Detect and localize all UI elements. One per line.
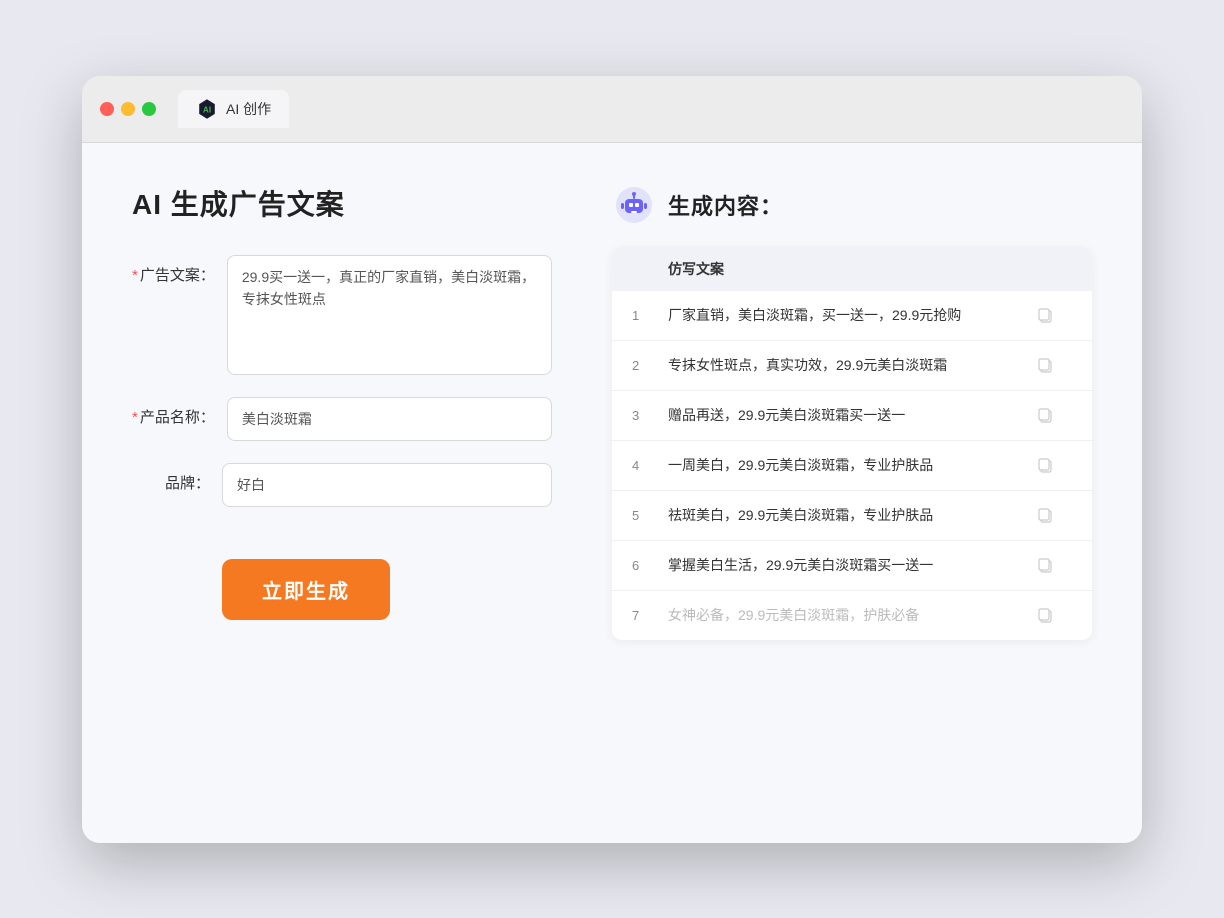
copy-icon[interactable] xyxy=(1036,506,1054,524)
result-table: 仿写文案 1 厂家直销，美白淡斑霜，买一送一，29.9元抢购 2 专抹女性斑点，… xyxy=(612,247,1092,640)
close-button[interactable] xyxy=(100,102,114,116)
ai-tab[interactable]: AI AI 创作 xyxy=(178,90,289,128)
row-number: 6 xyxy=(632,558,668,573)
row-number: 4 xyxy=(632,458,668,473)
required-mark-2: * xyxy=(132,409,138,426)
row-text: 赠品再送，29.9元美白淡斑霜买一送一 xyxy=(668,405,1036,426)
tab-label: AI 创作 xyxy=(226,99,271,119)
browser-content: AI 生成广告文案 *广告文案： 29.9买一送一，真正的厂家直销，美白淡斑霜，… xyxy=(82,143,1142,843)
ad-copy-input[interactable]: 29.9买一送一，真正的厂家直销，美白淡斑霜，专抹女性斑点 xyxy=(227,255,552,375)
table-header-label: 仿写文案 xyxy=(668,259,1036,279)
page-title: AI 生成广告文案 xyxy=(132,183,552,223)
row-number: 2 xyxy=(632,358,668,373)
browser-titlebar: AI AI 创作 xyxy=(82,76,1142,143)
table-row: 2 专抹女性斑点，真实功效，29.9元美白淡斑霜 xyxy=(612,341,1092,391)
result-header: 生成内容： xyxy=(612,183,1092,227)
brand-label: 品牌： xyxy=(132,463,222,494)
robot-icon xyxy=(612,183,656,227)
generate-button[interactable]: 立即生成 xyxy=(222,559,390,620)
product-name-input[interactable]: 美白淡斑霜 xyxy=(227,397,552,441)
result-table-header: 仿写文案 xyxy=(612,247,1092,291)
ad-copy-group: *广告文案： 29.9买一送一，真正的厂家直销，美白淡斑霜，专抹女性斑点 xyxy=(132,255,552,375)
ad-copy-label: *广告文案： xyxy=(132,255,227,286)
row-text: 掌握美白生活，29.9元美白淡斑霜买一送一 xyxy=(668,555,1036,576)
copy-icon[interactable] xyxy=(1036,456,1054,474)
table-row: 1 厂家直销，美白淡斑霜，买一送一，29.9元抢购 xyxy=(612,291,1092,341)
row-text: 厂家直销，美白淡斑霜，买一送一，29.9元抢购 xyxy=(668,305,1036,326)
copy-icon[interactable] xyxy=(1036,606,1054,624)
row-number: 5 xyxy=(632,508,668,523)
browser-window: AI AI 创作 AI 生成广告文案 *广告文案： 29.9买一送一，真正的厂家… xyxy=(82,76,1142,843)
ai-tab-icon: AI xyxy=(196,98,218,120)
copy-icon[interactable] xyxy=(1036,306,1054,324)
row-number: 1 xyxy=(632,308,668,323)
required-mark-1: * xyxy=(132,267,138,284)
product-name-group: *产品名称： 美白淡斑霜 xyxy=(132,397,552,441)
row-text: 祛斑美白，29.9元美白淡斑霜，专业护肤品 xyxy=(668,505,1036,526)
brand-group: 品牌： 好白 xyxy=(132,463,552,507)
left-panel: AI 生成广告文案 *广告文案： 29.9买一送一，真正的厂家直销，美白淡斑霜，… xyxy=(132,183,552,803)
row-number: 3 xyxy=(632,408,668,423)
row-text: 女神必备，29.9元美白淡斑霜，护肤必备 xyxy=(668,605,1036,626)
right-panel: 生成内容： 仿写文案 1 厂家直销，美白淡斑霜，买一送一，29.9元抢购 2 专… xyxy=(612,183,1092,803)
traffic-lights xyxy=(100,102,156,116)
svg-text:AI: AI xyxy=(203,105,211,114)
copy-icon[interactable] xyxy=(1036,356,1054,374)
table-row: 4 一周美白，29.9元美白淡斑霜，专业护肤品 xyxy=(612,441,1092,491)
table-row: 5 祛斑美白，29.9元美白淡斑霜，专业护肤品 xyxy=(612,491,1092,541)
brand-input[interactable]: 好白 xyxy=(222,463,552,507)
table-row: 7 女神必备，29.9元美白淡斑霜，护肤必备 xyxy=(612,591,1092,640)
row-text: 专抹女性斑点，真实功效，29.9元美白淡斑霜 xyxy=(668,355,1036,376)
product-name-label: *产品名称： xyxy=(132,397,227,428)
copy-icon[interactable] xyxy=(1036,556,1054,574)
table-row: 6 掌握美白生活，29.9元美白淡斑霜买一送一 xyxy=(612,541,1092,591)
maximize-button[interactable] xyxy=(142,102,156,116)
row-text: 一周美白，29.9元美白淡斑霜，专业护肤品 xyxy=(668,455,1036,476)
result-title: 生成内容： xyxy=(668,189,783,221)
table-row: 3 赠品再送，29.9元美白淡斑霜买一送一 xyxy=(612,391,1092,441)
copy-icon[interactable] xyxy=(1036,406,1054,424)
row-number: 7 xyxy=(632,608,668,623)
minimize-button[interactable] xyxy=(121,102,135,116)
